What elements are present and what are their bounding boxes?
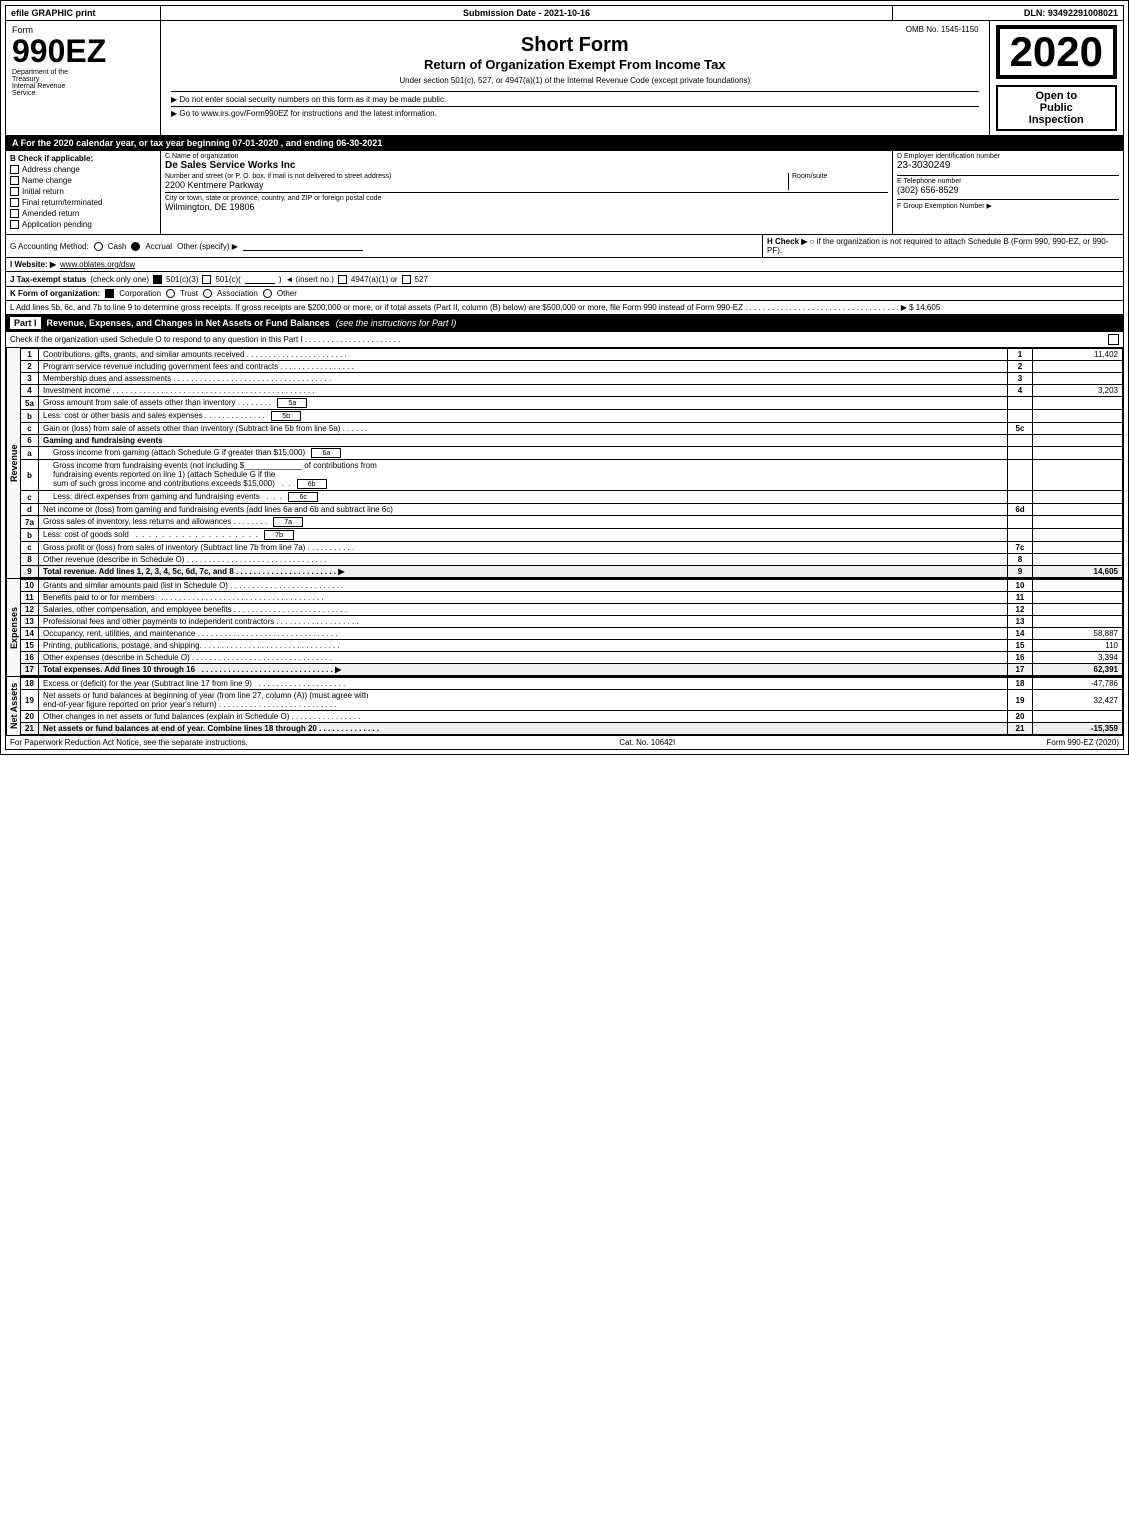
phone-value: (302) 656-8529 bbox=[897, 185, 1119, 195]
city-label: City or town, state or province, country… bbox=[165, 195, 888, 202]
table-row: d Net income or (loss) from gaming and f… bbox=[21, 504, 1123, 516]
label-4947: 4947(a)(1) or bbox=[351, 275, 398, 284]
year-box: 2020 bbox=[996, 25, 1117, 79]
revenue-side-label: Revenue bbox=[6, 348, 20, 578]
note2: ▶ Go to www.irs.gov/Form990EZ for instru… bbox=[171, 109, 979, 118]
table-row: 5a Gross amount from sale of assets othe… bbox=[21, 397, 1123, 410]
part1-header-note: (see the instructions for Part I) bbox=[336, 318, 457, 328]
omb-number: OMB No. 1545-1150 bbox=[171, 25, 979, 34]
table-row: 4 Investment income . . . . . . . . . . … bbox=[21, 385, 1123, 397]
cash-label: Cash bbox=[108, 242, 127, 251]
assoc-label: Association bbox=[217, 289, 258, 298]
corp-label: Corporation bbox=[119, 289, 161, 298]
return-title: Return of Organization Exempt From Incom… bbox=[171, 57, 979, 72]
g-label: G Accounting Method: bbox=[10, 242, 89, 251]
check-name: Name change bbox=[10, 176, 156, 185]
part1-header: Revenue, Expenses, and Changes in Net As… bbox=[47, 318, 330, 328]
table-row: 14 Occupancy, rent, utilities, and maint… bbox=[21, 628, 1123, 640]
table-row: 18 Excess or (deficit) for the year (Sub… bbox=[21, 678, 1123, 690]
table-row: 10 Grants and similar amounts paid (list… bbox=[21, 580, 1123, 592]
accrual-label: Accrual bbox=[145, 242, 172, 251]
dln-number: DLN: 93492291008021 bbox=[893, 6, 1123, 20]
paperwork-notice: For Paperwork Reduction Act Notice, see … bbox=[10, 738, 248, 747]
i-label: I Website: ▶ bbox=[10, 260, 56, 269]
check-amended: Amended return bbox=[10, 209, 156, 218]
check-initial: Initial return bbox=[10, 187, 156, 196]
city-value: Wilmington, DE 19806 bbox=[165, 202, 888, 212]
c-label: C Name of organization bbox=[165, 153, 888, 160]
table-row: 8 Other revenue (describe in Schedule O)… bbox=[21, 554, 1123, 566]
address-value: 2200 Kentmere Parkway bbox=[165, 180, 784, 190]
j-label: J Tax-exempt status bbox=[10, 275, 86, 284]
k-label: K Form of organization: bbox=[10, 289, 100, 298]
form-number: 990EZ bbox=[12, 35, 154, 67]
trust-label: Trust bbox=[180, 289, 198, 298]
table-row: 9 Total revenue. Add lines 1, 2, 3, 4, 5… bbox=[21, 566, 1123, 578]
table-row: a Gross income from gaming (attach Sched… bbox=[21, 447, 1123, 460]
address-label: Number and street (or P. O. box, if mail… bbox=[165, 173, 784, 180]
page: efile GRAPHIC print Submission Date - 20… bbox=[0, 0, 1129, 755]
form-dept3: Internal Revenue bbox=[12, 83, 154, 90]
other-org-label: Other bbox=[277, 289, 297, 298]
label-527: 527 bbox=[415, 275, 428, 284]
table-row: 21 Net assets or fund balances at end of… bbox=[21, 723, 1123, 735]
return-subtitle: Under section 501(c), 527, or 4947(a)(1)… bbox=[171, 76, 979, 85]
check-label: B Check if applicable: bbox=[10, 154, 156, 163]
short-form-title: Short Form bbox=[171, 34, 979, 57]
table-row: 2 Program service revenue including gove… bbox=[21, 361, 1123, 373]
expenses-side-label: Expenses bbox=[6, 579, 20, 676]
table-row: 3 Membership dues and assessments . . . … bbox=[21, 373, 1123, 385]
h-label: H Check ▶ bbox=[767, 237, 807, 246]
table-row: 20 Other changes in net assets or fund b… bbox=[21, 711, 1123, 723]
table-row: 11 Benefits paid to or for members . . .… bbox=[21, 592, 1123, 604]
group-exemption-label: F Group Exemption Number ▶ bbox=[897, 202, 1119, 210]
open-public-line1: Open to bbox=[1002, 90, 1111, 102]
label-501c: 501(c)( bbox=[215, 275, 240, 284]
other-label: Other (specify) ▶ bbox=[177, 242, 238, 251]
form-dept4: Service bbox=[12, 90, 154, 97]
net-assets-side-label: Net Assets bbox=[6, 677, 20, 735]
insert-no: ◄ (insert no.) bbox=[286, 275, 334, 284]
check-note: Check if the organization used Schedule … bbox=[10, 335, 400, 344]
table-row: 13 Professional fees and other payments … bbox=[21, 616, 1123, 628]
ein-value: 23-3030249 bbox=[897, 160, 1119, 171]
note-l-text: L Add lines 5b, 6c, and 7b to line 9 to … bbox=[10, 303, 940, 312]
open-public-line2: Public bbox=[1002, 102, 1111, 114]
cat-no: Cat. No. 10642I bbox=[619, 738, 675, 747]
check-final: Final return/terminated bbox=[10, 198, 156, 207]
ein-label: D Employer identification number bbox=[897, 153, 1119, 160]
open-public-line3: Inspection bbox=[1002, 114, 1111, 126]
label-501c3: 501(c)(3) bbox=[166, 275, 198, 284]
note1: ▶ Do not enter social security numbers o… bbox=[171, 95, 979, 104]
form-sub: Department of the bbox=[12, 69, 154, 76]
website-url: www.oblates.org/dsw bbox=[60, 260, 135, 269]
room-suite-label: Room/suite bbox=[792, 173, 888, 180]
table-row: 15 Printing, publications, postage, and … bbox=[21, 640, 1123, 652]
phone-label: E Telephone number bbox=[897, 178, 1119, 185]
table-row: 6 Gaming and fundraising events bbox=[21, 435, 1123, 447]
submission-date: Submission Date - 2021-10-16 bbox=[161, 6, 893, 20]
table-row: 16 Other expenses (describe in Schedule … bbox=[21, 652, 1123, 664]
table-row: 1 Contributions, gifts, grants, and simi… bbox=[21, 349, 1123, 361]
table-row: 19 Net assets or fund balances at beginn… bbox=[21, 690, 1123, 711]
check-pending: Application pending bbox=[10, 220, 156, 229]
table-row: b Less: cost of goods sold . . . . . . .… bbox=[21, 529, 1123, 542]
table-row: b Gross income from fundraising events (… bbox=[21, 460, 1123, 491]
check-address: Address change bbox=[10, 165, 156, 174]
part1-label: Part I bbox=[10, 317, 41, 329]
table-row: c Gross profit or (loss) from sales of i… bbox=[21, 542, 1123, 554]
h-text: ○ if the organization is not required to… bbox=[767, 237, 1108, 255]
j-note: (check only one) bbox=[90, 275, 149, 284]
table-row: b Less: cost or other basis and sales ex… bbox=[21, 410, 1123, 423]
table-row: 17 Total expenses. Add lines 10 through … bbox=[21, 664, 1123, 676]
table-row: c Less: direct expenses from gaming and … bbox=[21, 491, 1123, 504]
form-ref: Form 990-EZ (2020) bbox=[1047, 738, 1119, 747]
org-name: De Sales Service Works Inc bbox=[165, 160, 888, 171]
table-row: 12 Salaries, other compensation, and emp… bbox=[21, 604, 1123, 616]
table-row: c Gain or (loss) from sale of assets oth… bbox=[21, 423, 1123, 435]
year-line: A For the 2020 calendar year, or tax yea… bbox=[5, 136, 1124, 151]
form-dept2: Treasury bbox=[12, 76, 154, 83]
efile-label: efile GRAPHIC print bbox=[6, 6, 161, 20]
table-row: 7a Gross sales of inventory, less return… bbox=[21, 516, 1123, 529]
